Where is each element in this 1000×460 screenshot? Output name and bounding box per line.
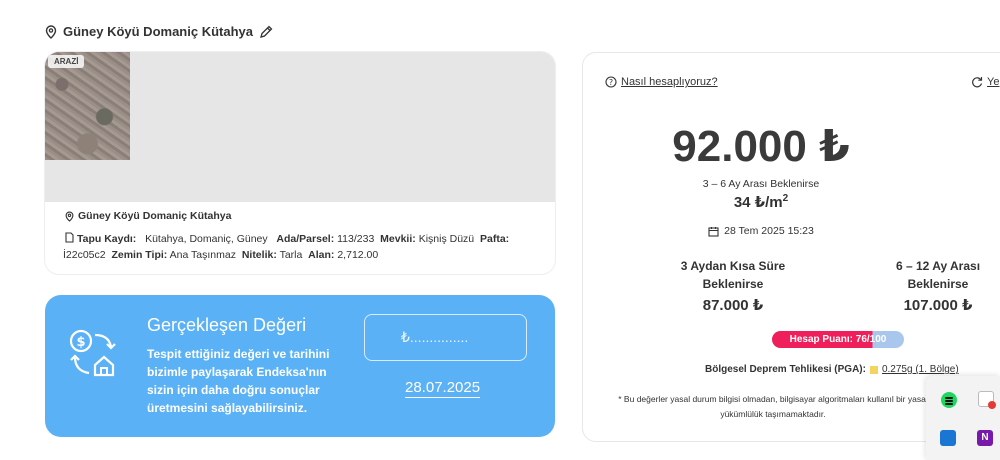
monitor-icon[interactable]: [940, 430, 956, 446]
realized-date-picker[interactable]: 28.07.2025: [405, 379, 481, 398]
long-term-estimate: 6 – 12 Ay Arası Beklenirse 107.000 ₺: [873, 257, 1000, 315]
how-we-calculate-link[interactable]: ? Nasıl hesaplıyoruz?: [605, 76, 718, 88]
edit-pencil-icon[interactable]: [259, 25, 273, 39]
disclaimer-text: * Bu değerler yasal durum bilgisi olmada…: [618, 394, 928, 419]
onenote-icon[interactable]: N: [977, 430, 993, 446]
estimated-price: 92.000 ₺: [672, 122, 850, 171]
question-circle-icon: ?: [605, 76, 617, 88]
location-header: Güney Köyü Domaniç Kütahya: [45, 24, 273, 39]
property-type-badge: ARAZİ: [48, 55, 85, 68]
money-house-exchange-icon: $: [69, 329, 116, 377]
calendar-icon: [708, 226, 719, 237]
map-pin-icon: [65, 210, 74, 222]
realized-value-card: $ Gerçekleşen Değeri Tespit ettiğiniz de…: [45, 295, 555, 437]
map-pin-icon: [45, 24, 57, 39]
property-info: Güney Köyü Domaniç Kütahya Tapu Kaydı: K…: [63, 210, 543, 263]
earthquake-risk: Bölgesel Deprem Tehlikesi (PGA): 0.275g …: [705, 364, 959, 375]
short-term-amount: 87.000 ₺: [702, 297, 764, 314]
location-title: Güney Köyü Domaniç Kütahya: [63, 24, 253, 39]
valuation-date: 28 Tem 2025 15:23: [583, 225, 939, 237]
refresh-button[interactable]: Ye: [971, 76, 999, 88]
system-tray-popup: N: [926, 376, 1000, 460]
realized-value-description: Tespit ettiğiniz değeri ve tarihini bizi…: [147, 347, 330, 415]
calculation-score-badge: Hesap Puanı: 76/100: [772, 331, 904, 348]
property-location: Güney Köyü Domaniç Kütahya: [65, 210, 543, 222]
property-details-line-2: İ22c05c2 Zemin Tipi: Ana Taşınmaz Niteli…: [63, 249, 379, 261]
refresh-icon: [972, 77, 983, 88]
property-details-line-1: Tapu Kaydı: Kütahya, Domaniç, Güney Ada/…: [65, 231, 543, 247]
long-term-amount: 107.000 ₺: [903, 297, 973, 314]
document-icon: [65, 232, 74, 243]
svg-text:?: ?: [609, 78, 613, 87]
property-card: ARAZİ Güney Köyü Domaniç Kütahya Tapu Ka…: [45, 52, 555, 274]
risk-color-swatch: [869, 365, 878, 374]
realized-value-title: Gerçekleşen Değeri: [147, 315, 307, 335]
property-photo[interactable]: ARAZİ: [45, 52, 130, 160]
short-term-estimate: 3 Aydan Kısa Süre Beklenirse 87.000 ₺: [678, 257, 788, 315]
earthquake-risk-link[interactable]: 0.275g (1. Bölge): [882, 364, 959, 375]
svg-text:$: $: [76, 335, 85, 350]
spotify-icon[interactable]: [941, 392, 957, 408]
realized-value-input[interactable]: ₺...............: [364, 314, 527, 361]
price-per-square-meter: 34 ₺/m2: [733, 193, 789, 211]
document-error-icon[interactable]: [978, 391, 996, 409]
photo-gallery[interactable]: ARAZİ: [45, 52, 555, 202]
price-note: 3 – 6 Ay Arası Beklenirse: [702, 178, 820, 190]
